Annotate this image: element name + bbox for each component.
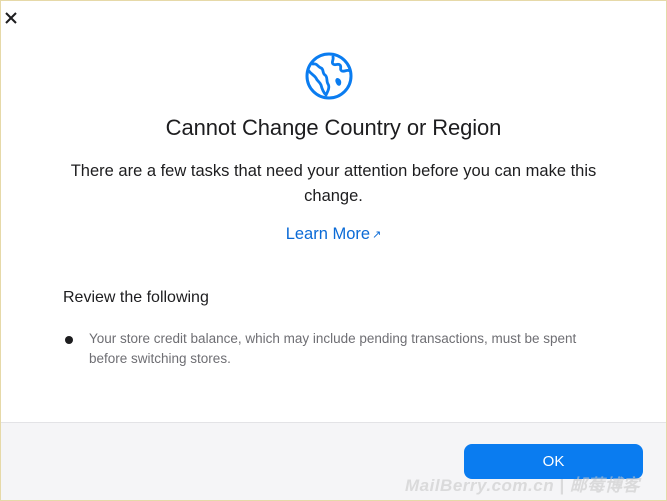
learn-more-label: Learn More — [285, 225, 371, 243]
dialog-message: There are a few tasks that need your att… — [70, 162, 597, 205]
dialog-window: Cannot Change Country or Region There ar… — [0, 0, 667, 501]
review-heading: Review the following — [63, 289, 209, 306]
review-item-text: Your store credit balance, which may inc… — [89, 331, 577, 366]
close-icon — [5, 12, 17, 24]
dialog-title: Cannot Change Country or Region — [165, 115, 502, 140]
learn-more-container: Learn More ↗ — [1, 225, 666, 244]
watermark: MailBerry.com.cn | 邮莓博客 — [405, 476, 640, 495]
globe-icon — [305, 52, 353, 100]
external-arrow-icon: ↗ — [372, 229, 382, 241]
close-button[interactable] — [3, 9, 19, 25]
learn-more-link[interactable]: Learn More ↗ — [286, 225, 382, 243]
bullet-icon — [65, 336, 73, 344]
list-item: Your store credit balance, which may inc… — [65, 329, 585, 369]
